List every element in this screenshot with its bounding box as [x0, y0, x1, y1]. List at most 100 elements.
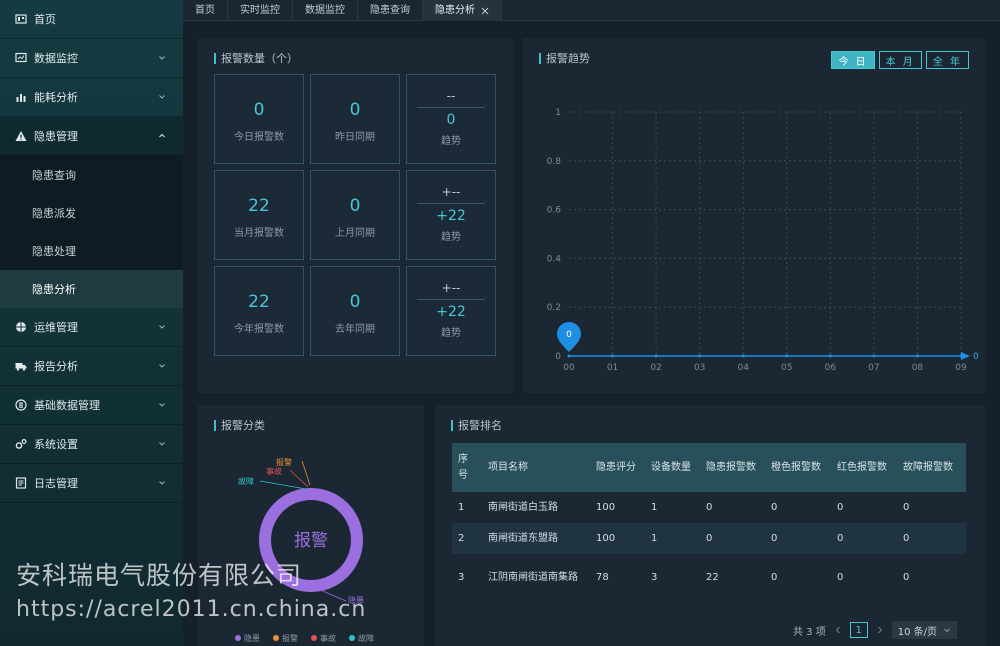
tab-data-monitor[interactable]: 数据监控	[293, 0, 358, 21]
table-cell: 0	[903, 532, 910, 544]
col-header: 项目名称	[488, 461, 528, 473]
table-cell: 0	[706, 501, 713, 513]
table-cell: 0	[771, 571, 778, 583]
stat-yesterday: 0 昨日同期	[310, 74, 400, 164]
sidebar-subitem-dispatch[interactable]: 隐患派发	[0, 194, 183, 232]
marker-label: 0	[566, 330, 572, 340]
truck-icon	[14, 360, 27, 373]
tab-hazard-analysis[interactable]: 隐患分析	[423, 0, 502, 21]
y-tick-label: 0	[555, 352, 561, 362]
chevron-down-icon	[159, 364, 165, 368]
alarm-trend-panel: 报警趋势 今 日 本 月 全 年 0 0.2 0.4 0.6 0.8 1 00 01 02 03 0…	[523, 38, 985, 393]
data-point	[785, 354, 789, 358]
sidebar-item-energy[interactable]: 能耗分析	[0, 78, 183, 117]
bar-chart-icon	[14, 91, 27, 104]
legend-swatch	[235, 635, 241, 641]
page-size-select[interactable]: 10 条/页	[891, 621, 958, 639]
table-cell: 0	[903, 571, 910, 583]
next-page-icon[interactable]	[876, 625, 884, 635]
table-row[interactable]: 3 江阴南闸街道南集路 78 3 22 0 0 0	[452, 554, 966, 601]
table-cell: 1	[651, 532, 658, 544]
stat-trend-day: -- 0 趋势	[406, 74, 496, 164]
chevron-down-icon	[159, 442, 165, 446]
sidebar-item-label: 运维管理	[34, 321, 78, 334]
ranking-table: 序号 项目名称 隐患评分 设备数量 隐患报警数 橙色报警数 红色报警数 故障报警…	[452, 443, 966, 601]
col-header: 隐患评分	[596, 461, 636, 473]
sidebar-subitem-analysis[interactable]: 隐患分析	[0, 270, 183, 308]
monitor-icon	[14, 52, 27, 65]
log-icon	[14, 477, 27, 490]
table-row[interactable]: 2 南闸街道东盟路 100 1 0 0 0 0	[452, 523, 966, 554]
stat-last-year: 0 去年同期	[310, 266, 400, 356]
sidebar-item-data-monitor[interactable]: 数据监控	[0, 39, 183, 78]
end-value-label: 0	[973, 352, 979, 362]
chevron-down-icon	[159, 56, 165, 60]
legend-swatch	[349, 635, 355, 641]
sidebar-item-label: 系统设置	[34, 438, 78, 451]
data-point	[741, 354, 745, 358]
tab-hazard-query[interactable]: 隐患查询	[358, 0, 423, 21]
legend-swatch	[273, 635, 279, 641]
callout-label: 报警	[276, 457, 292, 467]
sidebar-item-ops[interactable]: 运维管理	[0, 308, 183, 347]
x-tick-label: 03	[694, 363, 705, 373]
sidebar-item-label: 能耗分析	[34, 91, 78, 104]
legend-label: 事故	[320, 633, 336, 643]
col-header: 红色报警数	[837, 461, 887, 473]
table-cell: 22	[706, 571, 719, 583]
callout-label: 事故	[266, 466, 282, 476]
table-cell: 1	[651, 501, 658, 513]
table-row[interactable]: 1 南闸街道白玉路 100 1 0 0 0 0	[452, 492, 966, 523]
tab-bar: 首页 实时监控 数据监控 隐患查询 隐患分析	[183, 0, 1000, 21]
database-icon	[14, 399, 27, 412]
x-tick-label: 05	[781, 363, 792, 373]
callout-line	[259, 480, 307, 490]
category-donut-chart: 报警报警事故故障隐患隐患 报警 事故 故障	[235, 457, 374, 643]
table-cell: 0	[837, 532, 844, 544]
col-header: 设备数量	[651, 461, 691, 473]
data-point	[654, 354, 658, 358]
chevron-down-icon	[944, 628, 950, 633]
globe-icon	[14, 321, 27, 334]
close-icon[interactable]	[481, 7, 489, 15]
table-cell: 0	[771, 501, 778, 513]
callout-label: 故障	[238, 476, 254, 486]
chevron-down-icon	[159, 95, 165, 99]
sidebar-item-label: 基础数据管理	[34, 399, 100, 412]
table-cell: 0	[837, 501, 844, 513]
col-header: 序号	[458, 453, 468, 481]
sidebar-item-report[interactable]: 报告分析	[0, 347, 183, 386]
sidebar-subitem-query[interactable]: 隐患查询	[0, 156, 183, 194]
x-tick-label: 00	[563, 363, 575, 373]
prev-page-icon[interactable]	[834, 625, 842, 635]
hazard-submenu: 隐患查询 隐患派发 隐患处理 隐患分析	[0, 156, 183, 308]
data-point	[567, 354, 571, 358]
sidebar-item-log[interactable]: 日志管理	[0, 464, 183, 503]
x-tick-label: 04	[737, 363, 749, 373]
panel-title: 报警数量（个）	[214, 50, 298, 66]
table-cell: 0	[837, 571, 844, 583]
table-cell: 1	[458, 501, 465, 513]
table-cell: 0	[903, 501, 910, 513]
tab-realtime[interactable]: 实时监控	[228, 0, 293, 21]
y-tick-label: 0.8	[547, 157, 562, 167]
data-point	[611, 354, 615, 358]
page-number-button[interactable]: 1	[849, 622, 868, 638]
callout-line	[317, 588, 347, 602]
y-tick-label: 0.2	[547, 303, 561, 313]
tab-home[interactable]: 首页	[183, 0, 228, 21]
sidebar-item-hazard[interactable]: 隐患管理	[0, 117, 183, 156]
total-count: 共 3 项	[793, 626, 826, 638]
sidebar-item-basedata[interactable]: 基础数据管理	[0, 386, 183, 425]
donut-center-label: 报警	[294, 531, 328, 551]
table-cell: 0	[706, 532, 713, 544]
sidebar-item-home[interactable]: 首页	[0, 0, 183, 39]
col-header: 故障报警数	[903, 461, 953, 473]
sidebar-item-label: 日志管理	[34, 477, 78, 490]
y-tick-label: 0.6	[547, 206, 562, 216]
sidebar-subitem-handle[interactable]: 隐患处理	[0, 232, 183, 270]
table-cell: 2	[458, 532, 465, 544]
sidebar-item-settings[interactable]: 系统设置	[0, 425, 183, 464]
data-point	[959, 354, 963, 358]
sidebar-item-label: 报告分析	[34, 360, 78, 373]
